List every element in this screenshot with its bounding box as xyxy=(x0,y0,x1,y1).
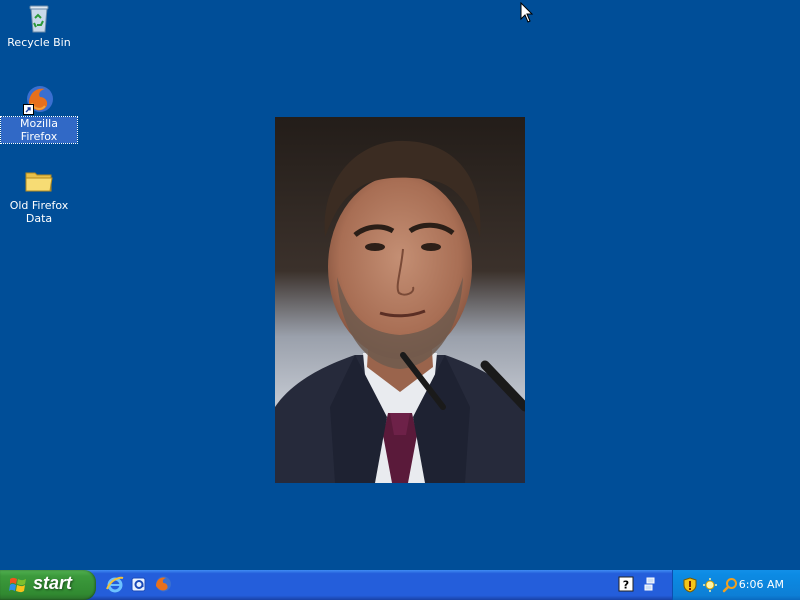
desktop-icon-label: Old Firefox Data xyxy=(9,199,69,225)
outlook-express-icon[interactable] xyxy=(130,575,148,593)
desktop-icon-mozilla-firefox[interactable]: Mozilla Firefox xyxy=(0,83,78,144)
firefox-icon xyxy=(23,83,55,115)
desktop-icon-old-firefox-data[interactable]: Old Firefox Data xyxy=(1,165,77,225)
desktop-icon-label: Recycle Bin xyxy=(7,36,71,49)
desktop[interactable]: Recycle Bin Mozilla Firefox Old Firefox … xyxy=(0,0,800,570)
portrait-photo xyxy=(275,117,525,483)
firefox-icon[interactable] xyxy=(154,575,172,593)
windows-logo-icon xyxy=(9,576,27,594)
search-icon[interactable] xyxy=(722,577,738,593)
internet-explorer-icon[interactable] xyxy=(106,575,124,593)
recycle-bin-icon xyxy=(23,2,55,34)
network-icon[interactable] xyxy=(642,576,658,592)
help-icon[interactable]: ? xyxy=(618,576,634,592)
shortcut-arrow-icon xyxy=(23,104,34,115)
desktop-icon-label: Mozilla Firefox xyxy=(0,116,78,144)
taskbar-clock[interactable]: 6:06 AM xyxy=(739,578,784,591)
system-tray: 6:06 AM xyxy=(672,570,800,600)
tray-extra-icons: ? xyxy=(618,576,658,592)
network-activity-icon[interactable] xyxy=(702,577,718,593)
start-button[interactable]: start xyxy=(0,570,96,600)
start-label: start xyxy=(33,573,73,593)
security-shield-icon[interactable] xyxy=(682,577,698,593)
desktop-icon-recycle-bin[interactable]: Recycle Bin xyxy=(1,2,77,49)
taskbar: start ? 6:06 AM xyxy=(0,570,800,600)
folder-icon xyxy=(23,165,55,197)
svg-text:?: ? xyxy=(623,579,629,592)
quick-launch-bar xyxy=(106,575,172,595)
mouse-cursor-icon xyxy=(520,1,534,24)
